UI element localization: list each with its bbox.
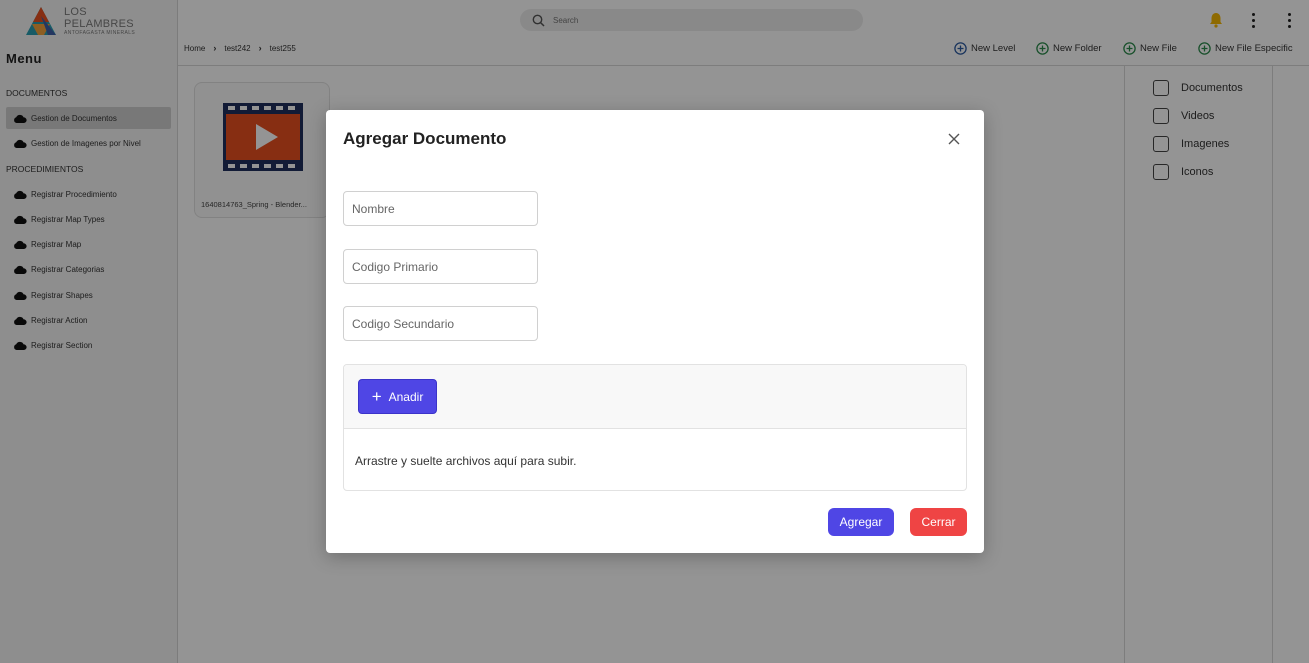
submit-button[interactable]: Agregar [828,508,894,536]
cancel-button[interactable]: Cerrar [910,508,967,536]
add-file-label: Anadir [388,389,424,404]
file-upload-zone[interactable]: + Anadir Arrastre y suelte archivos aquí… [343,364,967,491]
add-file-button[interactable]: + Anadir [358,379,437,414]
plus-icon: + [371,386,382,406]
drop-hint: Arrastre y suelte archivos aquí para sub… [355,454,577,468]
nombre-field[interactable] [343,191,538,226]
codigo-primario-field[interactable] [343,249,538,284]
add-document-dialog: Agregar Documento + Anadir Arrastre y su… [326,110,984,553]
codigo-secundario-field[interactable] [343,306,538,341]
close-icon[interactable] [944,129,964,149]
dialog-title: Agregar Documento [343,129,507,148]
upload-header: + Anadir [344,365,966,429]
